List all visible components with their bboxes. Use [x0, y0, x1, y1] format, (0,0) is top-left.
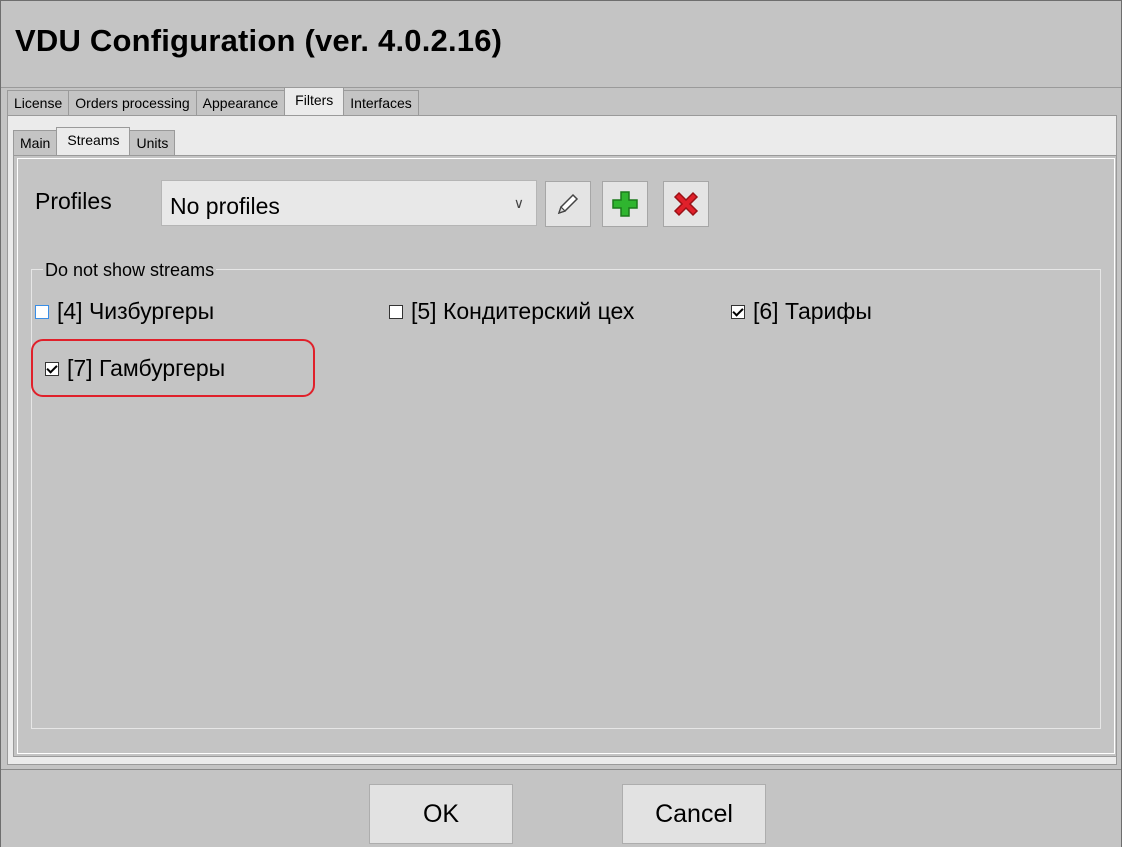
stream-checkbox-5[interactable]: [5] Кондитерский цех [389, 298, 634, 325]
window-title: VDU Configuration (ver. 4.0.2.16) [15, 23, 503, 58]
streams-groupbox [31, 269, 1101, 729]
checkbox-box[interactable] [35, 304, 49, 319]
delete-x-icon [673, 191, 699, 217]
plus-icon [612, 191, 638, 217]
title-bar: VDU Configuration (ver. 4.0.2.16) [1, 1, 1121, 88]
delete-profile-button[interactable] [663, 181, 709, 227]
stream-checkbox-6[interactable]: [6] Тарифы [731, 298, 872, 325]
config-window: VDU Configuration (ver. 4.0.2.16) Licens… [0, 0, 1122, 847]
tab-orders-processing[interactable]: Orders processing [68, 90, 197, 115]
profiles-label: Profiles [35, 188, 112, 214]
stream-checkbox-4[interactable]: [4] Чизбургеры [35, 298, 214, 325]
tab-license[interactable]: License [7, 90, 70, 115]
profiles-selected-value: No profiles [170, 193, 280, 219]
tab-filters[interactable]: Filters [284, 87, 345, 115]
streams-group-legend: Do not show streams [43, 260, 217, 281]
tab-interfaces[interactable]: Interfaces [343, 90, 419, 115]
sub-tab-bar: Main Streams Units [13, 127, 176, 155]
chevron-down-icon: ∨ [513, 195, 524, 211]
edit-profile-button[interactable] [545, 181, 591, 227]
pencil-icon [557, 193, 579, 215]
stream-label-6: [6] Тарифы [753, 298, 872, 324]
subtab-streams[interactable]: Streams [56, 127, 131, 155]
stream-label-4: [4] Чизбургеры [57, 298, 215, 324]
checkbox-box[interactable] [389, 304, 403, 319]
dialog-footer [1, 769, 1121, 847]
subtab-units[interactable]: Units [129, 130, 176, 155]
cancel-button[interactable]: Cancel [622, 784, 766, 844]
ok-button[interactable]: OK [369, 784, 513, 844]
subtab-main[interactable]: Main [13, 130, 58, 155]
tab-appearance[interactable]: Appearance [195, 90, 286, 115]
highlight-annotation [31, 339, 315, 397]
add-profile-button[interactable] [602, 181, 648, 227]
main-tab-bar: License Orders processing Appearance Fil… [7, 87, 419, 115]
stream-label-5: [5] Кондитерский цех [411, 298, 635, 324]
checkbox-box[interactable] [731, 304, 745, 319]
profiles-dropdown[interactable]: No profiles ∨ [161, 180, 537, 226]
